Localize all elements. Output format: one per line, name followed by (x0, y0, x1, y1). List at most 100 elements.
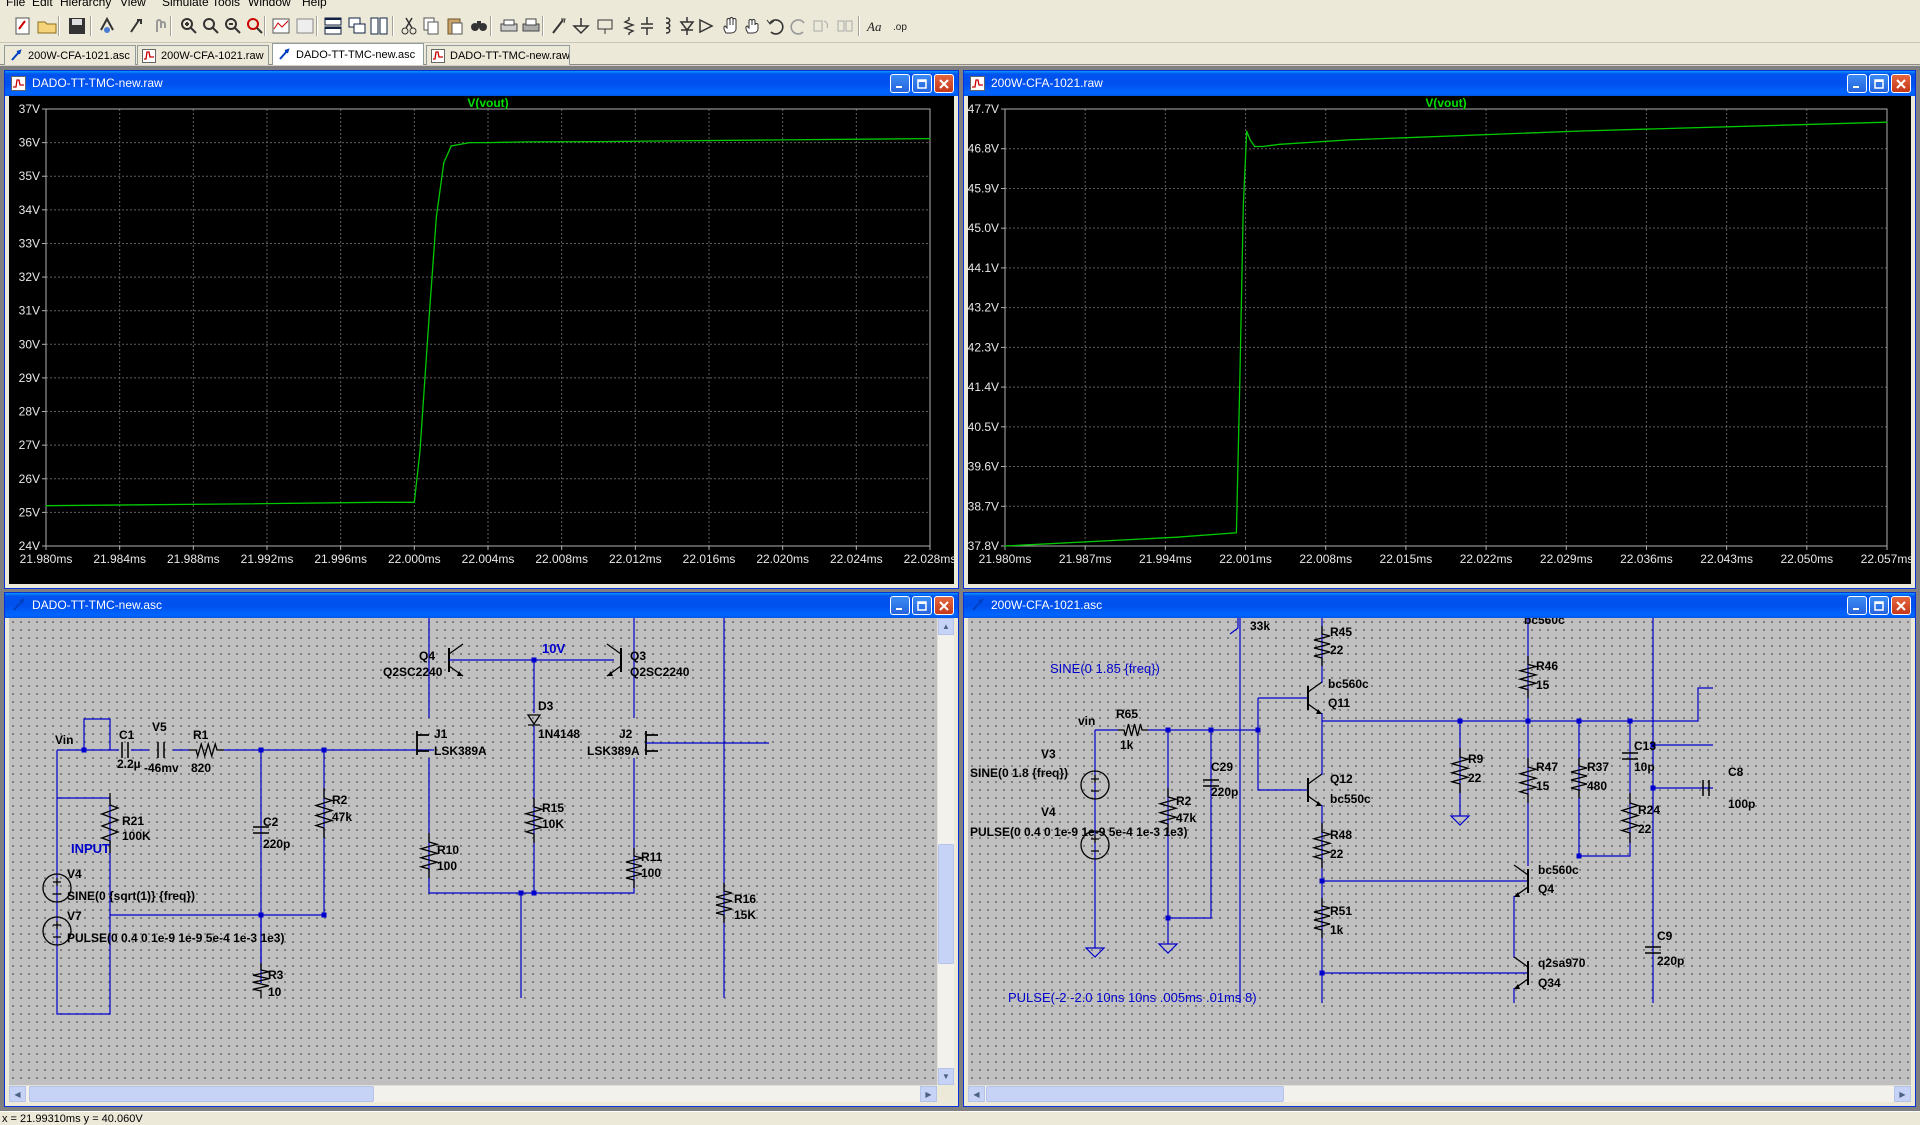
horizontal-scrollbar[interactable]: ◀ ▶ (968, 1085, 1911, 1102)
resistor-icon[interactable] (252, 963, 270, 998)
close-button[interactable] (1891, 596, 1911, 615)
resistor-icon[interactable] (1311, 823, 1333, 868)
schematic-label[interactable]: R24 (1638, 803, 1660, 817)
capacitor-icon[interactable] (121, 742, 129, 758)
zoom-in-icon[interactable] (178, 15, 200, 37)
tab-dado-tt-tmc-new-raw[interactable]: DADO-TT-TMC-new.raw (426, 45, 570, 65)
schematic-label[interactable]: 47k (1176, 811, 1196, 825)
schematic-label[interactable]: PULSE(-2 -2.0 10ns 10ns .005ms .01ms 8) (1008, 990, 1257, 1005)
wire[interactable] (1229, 618, 1239, 635)
spice-directive-icon[interactable]: .op (888, 15, 910, 37)
waveform-plot[interactable]: 37V 36V 35V 34V 33V 32V 31V 30V 29V 28V 27V 26V 25V 2… (9, 96, 956, 586)
maximize-button[interactable] (1869, 74, 1889, 93)
drag-hand-icon[interactable] (742, 15, 764, 37)
maximize-button[interactable] (1869, 596, 1889, 615)
halt-icon[interactable] (150, 15, 172, 37)
print-icon[interactable] (520, 15, 542, 37)
schematic-label[interactable]: R2 (1176, 794, 1192, 808)
waveform-plot[interactable]: 47.7V 46.8V 45.9V 45.0V 44.1V 43.2V 42.3V 41.4V… (968, 96, 1913, 586)
mirror-icon[interactable] (834, 15, 856, 37)
autorange-icon[interactable] (270, 15, 292, 37)
schematic-label[interactable]: Q11 (1328, 696, 1350, 710)
tile-horizontal-icon[interactable] (322, 15, 344, 37)
scroll-right-arrow-icon[interactable]: ▶ (1894, 1086, 1911, 1102)
resistor-icon[interactable] (418, 833, 440, 878)
move-hand-icon[interactable] (720, 15, 742, 37)
menu-tools[interactable]: Tools (212, 0, 240, 9)
schematic-label[interactable]: 100 (641, 866, 661, 880)
scroll-down-arrow-icon[interactable]: ▼ (938, 1068, 954, 1085)
schematic-label[interactable]: SINE(0 {sqrt(1)} {freq}) (67, 889, 195, 903)
save-icon[interactable] (66, 15, 88, 37)
schematic-label[interactable]: 1N4148 (538, 727, 580, 741)
schematic-label[interactable]: 15 (1536, 678, 1550, 692)
label-net-icon[interactable] (594, 15, 616, 37)
schematic-label[interactable]: LSK389A (587, 744, 640, 758)
diode-icon[interactable] (676, 15, 698, 37)
schematic-label[interactable]: 1k (1120, 738, 1134, 752)
find-icon[interactable] (468, 15, 490, 37)
schematic-label[interactable]: C13 (1634, 739, 1656, 753)
scroll-thumb[interactable] (938, 844, 954, 964)
new-schematic-icon[interactable] (12, 15, 34, 37)
resistor-icon[interactable] (1313, 898, 1331, 938)
schematic-drawing[interactable]: 33k R45 22 bc560c Q11 SINE(0 1.85 {freq}) vin R… (968, 618, 1911, 1085)
schematic-label[interactable]: -46mv (144, 761, 179, 775)
schematic-label[interactable]: J2 (619, 727, 633, 741)
resistor-icon[interactable] (715, 883, 733, 923)
schematic-label[interactable]: C29 (1211, 760, 1233, 774)
ground-icon[interactable] (1157, 943, 1179, 954)
menu-view[interactable]: View (120, 0, 146, 9)
schematic-label[interactable]: 22 (1638, 822, 1652, 836)
schematic-label[interactable]: 33k (1250, 619, 1270, 633)
paste-icon[interactable] (444, 15, 466, 37)
scroll-up-arrow-icon[interactable]: ▲ (938, 618, 954, 635)
schematic-label[interactable]: INPUT (71, 841, 110, 856)
schematic-label[interactable]: R48 (1330, 828, 1352, 842)
minimize-button[interactable] (1847, 74, 1867, 93)
tab-200w-cfa-1021-asc[interactable]: 200W-CFA-1021.asc (4, 45, 136, 65)
capacitor-icon[interactable] (636, 15, 658, 37)
schematic-label[interactable]: bc560c (1328, 677, 1369, 691)
schematic-label[interactable]: V3 (1041, 747, 1056, 761)
tile-vertical-icon[interactable] (368, 15, 390, 37)
text-icon[interactable]: Aa (864, 15, 886, 37)
minimize-button[interactable] (890, 596, 910, 615)
schematic-label[interactable]: 2.2µ (117, 757, 141, 771)
resistor-icon[interactable] (1449, 748, 1471, 793)
menu-simulate[interactable]: Simulate (162, 0, 209, 9)
menu-window[interactable]: Window (248, 0, 291, 9)
schematic-label[interactable]: 10K (542, 817, 564, 831)
trace-line[interactable] (1004, 121, 1888, 547)
window-titlebar[interactable]: 200W-CFA-1021.raw (964, 71, 1915, 96)
schematic-label[interactable]: 220p (1657, 954, 1684, 968)
window-titlebar[interactable]: DADO-TT-TMC-new.asc (5, 593, 958, 618)
schematic-label[interactable]: V5 (152, 720, 167, 734)
schematic-label[interactable]: q2sa970 (1538, 956, 1586, 970)
capacitor-icon[interactable] (157, 742, 165, 758)
schematic-label[interactable]: C2 (263, 815, 279, 829)
schematic-label[interactable]: C1 (119, 728, 135, 742)
schematic-label[interactable]: D3 (538, 699, 554, 713)
vertical-scrollbar[interactable]: ▲ ▼ (937, 618, 954, 1085)
tab-dado-tt-tmc-new-asc[interactable]: DADO-TT-TMC-new.asc (272, 43, 424, 65)
menu-file[interactable]: File (6, 0, 25, 9)
schematic-label[interactable]: 220p (1211, 785, 1238, 799)
copy-icon[interactable] (420, 15, 442, 37)
schematic-label[interactable]: bc560c (1524, 618, 1565, 627)
schematic-label[interactable]: R45 (1330, 625, 1352, 639)
schematic-label[interactable]: R46 (1536, 659, 1558, 673)
scroll-thumb[interactable] (29, 1086, 374, 1102)
run-icon[interactable] (126, 15, 148, 37)
schematic-label[interactable]: 100K (122, 829, 151, 843)
minimize-button[interactable] (890, 74, 910, 93)
schematic-label[interactable]: 1k (1330, 923, 1344, 937)
schematic-label[interactable]: Q4 (419, 649, 435, 663)
schematic-label[interactable]: Q3 (630, 649, 646, 663)
wire[interactable] (56, 750, 111, 1015)
schematic-label[interactable]: 220p (263, 837, 290, 851)
schematic-label[interactable]: 10V (542, 641, 565, 656)
schematic-canvas[interactable]: Vin C1 2.2µ V5 -46mv R1 820 R21 100K INPUT V4 SINE(… (9, 618, 937, 1085)
waveform-window-dado[interactable]: DADO-TT-TMC-new.raw 37V 36V 35V 34V 33V 32V 31… (4, 70, 959, 589)
wire[interactable] (1257, 698, 1308, 791)
